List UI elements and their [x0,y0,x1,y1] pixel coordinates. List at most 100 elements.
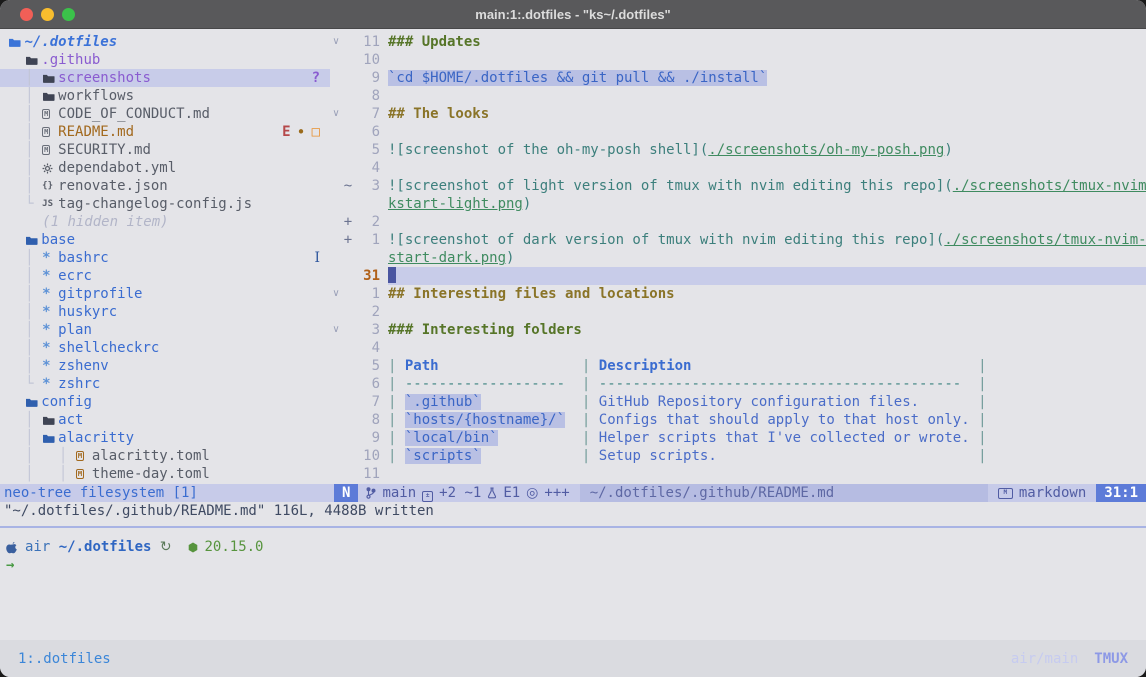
fold-marker[interactable]: ∨ [330,105,342,123]
fold-marker[interactable] [330,177,342,195]
fold-marker[interactable] [330,69,342,87]
tree-item-tag-changelog-config-js[interactable]: └ JStag-changelog-config.js [0,195,330,213]
line-text: kstart-light.png) [388,195,1146,213]
fold-marker[interactable] [330,393,342,411]
editor-line[interactable]: +2 [330,213,1146,231]
tree-item-huskyrc[interactable]: │ *huskyrc [0,303,330,321]
tree-item-alacritty[interactable]: │ alacritty [0,429,330,447]
tree-item-dotfiles[interactable]: ~/.dotfiles [0,33,330,51]
line-text: | ------------------- | ----------------… [388,375,1146,393]
editor-line[interactable]: 8| `hosts/{hostname}/` | Configs that sh… [330,411,1146,429]
sync-icon: ↻ [160,538,172,556]
tree-item-dependabot-yml[interactable]: │ dependabot.yml [0,159,330,177]
fold-marker[interactable] [330,231,342,249]
fold-marker[interactable] [330,123,342,141]
fold-marker[interactable] [330,51,342,69]
tree-item-bashrc[interactable]: │ *bashrcI [0,249,330,267]
fold-marker[interactable] [330,339,342,357]
tree-item-label: config [41,393,92,411]
fold-marker[interactable] [330,141,342,159]
editor-line[interactable]: +1![screenshot of dark version of tmux w… [330,231,1146,249]
fold-marker[interactable] [330,213,342,231]
editor-line[interactable]: 31 [330,267,1146,285]
editor-line[interactable]: ∨3### Interesting folders [330,321,1146,339]
fold-marker[interactable] [330,303,342,321]
editor-line[interactable]: 8 [330,87,1146,105]
tree-item-ecrc[interactable]: │ *ecrc [0,267,330,285]
editor-line[interactable]: 4 [330,159,1146,177]
editor-line[interactable]: 2 [330,303,1146,321]
tree-item-screenshots[interactable]: │ screenshots? [0,69,330,87]
editor-line[interactable]: start-dark.png) [330,249,1146,267]
fold-marker[interactable]: ∨ [330,321,342,339]
mode-indicator: N [334,484,358,502]
fold-marker[interactable] [330,357,342,375]
tree-item-github[interactable]: .github [0,51,330,69]
editor-line[interactable]: 6 [330,123,1146,141]
fold-marker[interactable] [330,249,342,267]
fold-marker[interactable] [330,465,342,483]
editor-line[interactable]: 10 [330,51,1146,69]
line-text: ## The looks [388,105,1146,123]
tree-item-workflows[interactable]: │ workflows [0,87,330,105]
editor-line[interactable]: ~3![screenshot of light version of tmux … [330,177,1146,195]
line-text: | `scripts` | Setup scripts. | [388,447,1146,465]
fold-marker[interactable] [330,267,342,285]
folder-icon [42,73,55,84]
editor-line[interactable]: 9`cd $HOME/.dotfiles && git pull && ./in… [330,69,1146,87]
tmux-window-tab[interactable]: 1:.dotfiles [18,651,111,667]
editor-line[interactable]: 5| Path | Description | [330,357,1146,375]
tree-item-act[interactable]: │ act [0,411,330,429]
fold-marker[interactable] [330,447,342,465]
editor-line[interactable]: ∨7## The looks [330,105,1146,123]
line-number: 1 [354,231,380,249]
tree-guides [0,33,8,51]
tree-item-security-md[interactable]: │ MSECURITY.md [0,141,330,159]
tree-item-label: workflows [58,87,134,105]
tree-item-label: ecrc [58,267,92,285]
tree-item-plan[interactable]: │ *plan [0,321,330,339]
editor-line[interactable]: 4 [330,339,1146,357]
apple-icon [6,541,18,554]
tree-item-renovate-json[interactable]: │ {}renovate.json [0,177,330,195]
tree-guides: └ [0,195,42,213]
fold-marker[interactable]: ∨ [330,33,342,51]
fold-marker[interactable] [330,87,342,105]
fold-marker[interactable]: ∨ [330,285,342,303]
javascript-icon: JS [42,195,53,213]
fold-marker[interactable] [330,411,342,429]
command-message: "~/.dotfiles/.github/README.md" 116L, 44… [0,502,1146,520]
tree-item-shellcheckrc[interactable]: │ *shellcheckrc [0,339,330,357]
tree-item-1-hidden-item[interactable]: (1 hidden item) [0,213,330,231]
editor-line[interactable]: 7| `.github` | GitHub Repository configu… [330,393,1146,411]
flask-icon [487,487,497,499]
tree-guides: │ [0,177,42,195]
editor-line[interactable]: ∨1## Interesting files and locations [330,285,1146,303]
editor-line[interactable]: 10| `scripts` | Setup scripts. | [330,447,1146,465]
editor-line[interactable]: 6| ------------------- | ---------------… [330,375,1146,393]
editor-line[interactable]: 11 [330,465,1146,483]
tree-item-gitprofile[interactable]: │ *gitprofile [0,285,330,303]
editor-line[interactable]: ∨11### Updates [330,33,1146,51]
fold-marker[interactable] [330,195,342,213]
tree-item-base[interactable]: base [0,231,330,249]
fold-marker[interactable] [330,375,342,393]
asterisk-file-icon: * [42,321,50,339]
tree-guides: │ [0,339,42,357]
tree-item-label: theme-day.toml [92,465,210,483]
git-sign [342,429,354,447]
tree-item-zshrc[interactable]: └ *zshrc [0,375,330,393]
fold-marker[interactable] [330,429,342,447]
git-sign [342,105,354,123]
tree-item-config[interactable]: config [0,393,330,411]
fold-marker[interactable] [330,159,342,177]
editor-line[interactable]: 5![screenshot of the oh-my-posh shell](.… [330,141,1146,159]
tree-item-readme-md[interactable]: │ MREADME.mdE•□ [0,123,330,141]
editor-line[interactable]: 9| `local/bin` | Helper scripts that I'v… [330,429,1146,447]
editor-line[interactable]: kstart-light.png) [330,195,1146,213]
tree-item-alacritty-toml[interactable]: │ │ Malacritty.toml [0,447,330,465]
tree-item-theme-day-toml[interactable]: │ │ Mtheme-day.toml [0,465,330,483]
prompt-arrow[interactable]: → [6,556,14,574]
tree-item-code-of-conduct-md[interactable]: │ MCODE_OF_CONDUCT.md [0,105,330,123]
tree-item-zshenv[interactable]: │ *zshenv [0,357,330,375]
